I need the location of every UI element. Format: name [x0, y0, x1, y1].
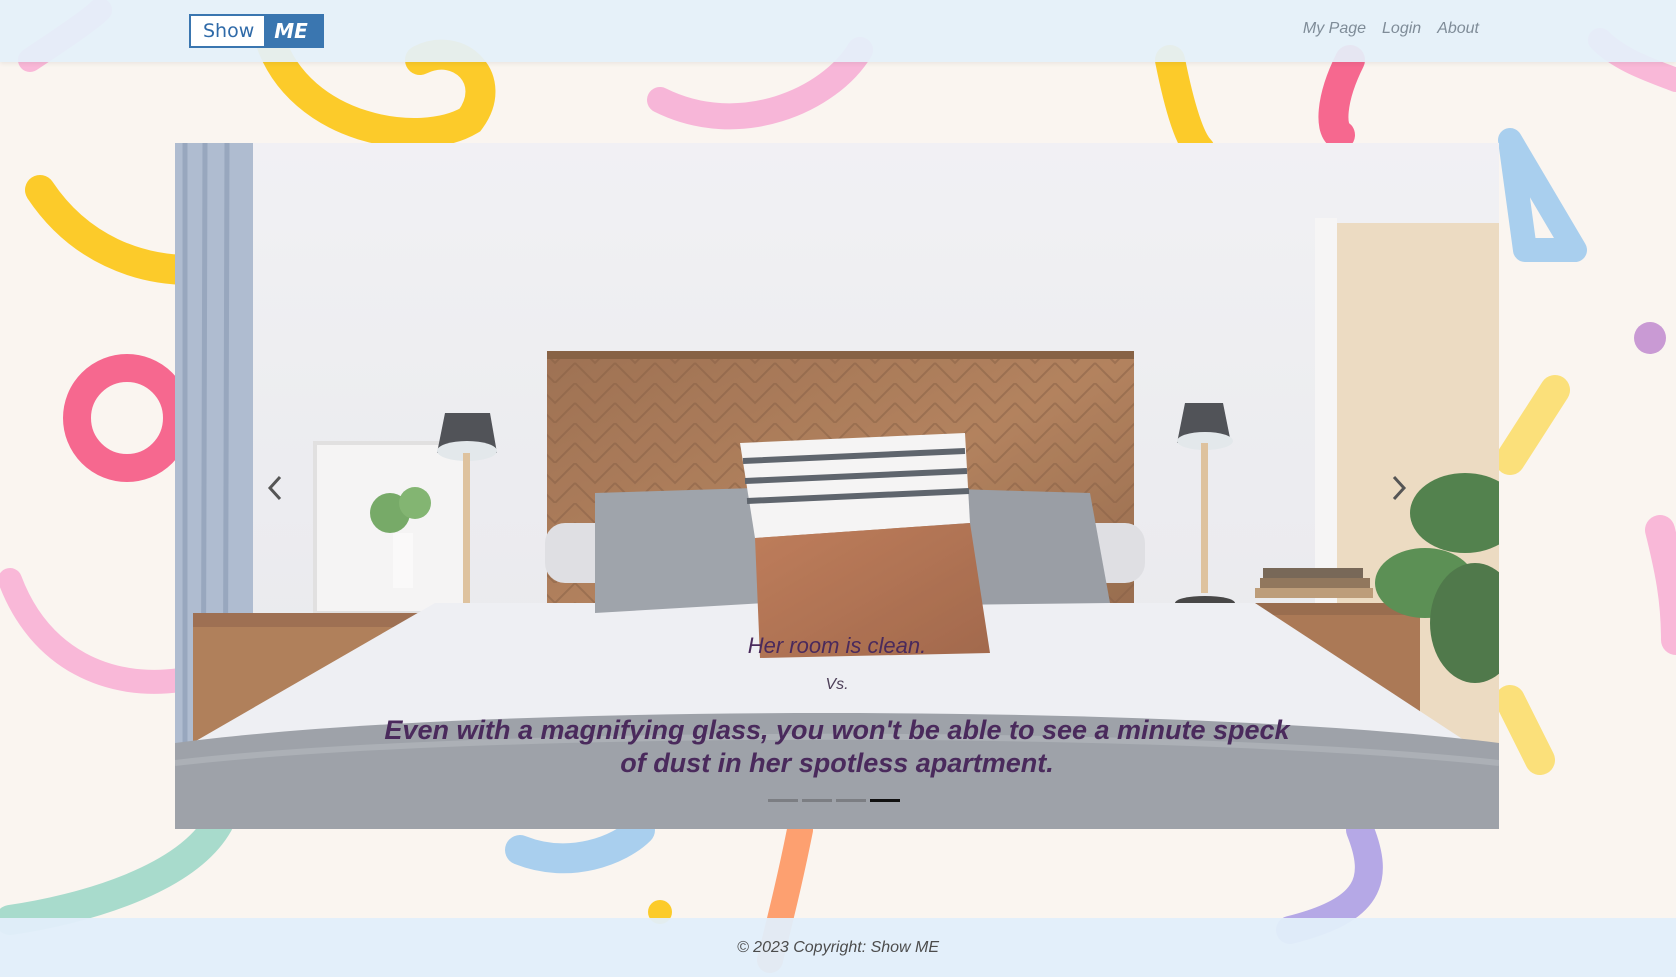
carousel-prev-button[interactable]: [255, 468, 295, 508]
chevron-left-icon: [267, 475, 282, 501]
nav-about[interactable]: About: [1437, 20, 1479, 38]
nav-links: My Page Login About: [1303, 20, 1479, 38]
carousel-indicator[interactable]: [802, 799, 832, 802]
carousel-caption-title: Her room is clean.: [747, 633, 927, 658]
carousel-indicators: [768, 799, 900, 802]
carousel-caption-text: Even with a magnifying glass, you won't …: [384, 715, 1290, 778]
footer: © 2023 Copyright: Show ME: [0, 918, 1676, 977]
carousel-indicator[interactable]: [768, 799, 798, 802]
carousel-caption-vs: Vs.: [825, 676, 849, 693]
chevron-right-icon: [1392, 475, 1407, 501]
navbar: Show ME My Page Login About: [0, 0, 1676, 62]
brand-show: Show: [203, 20, 255, 42]
nav-my-page[interactable]: My Page: [1303, 20, 1366, 38]
footer-copyright: © 2023 Copyright: Show ME: [736, 938, 940, 956]
carousel-indicator-active[interactable]: [870, 799, 900, 802]
carousel-indicator[interactable]: [836, 799, 866, 802]
nav-login[interactable]: Login: [1382, 20, 1421, 38]
carousel-next-button[interactable]: [1379, 468, 1419, 508]
carousel: Her room is clean. Vs. Even with a magni…: [175, 143, 1499, 829]
brand-logo[interactable]: Show ME: [189, 14, 324, 48]
brand-me: ME: [264, 16, 322, 46]
